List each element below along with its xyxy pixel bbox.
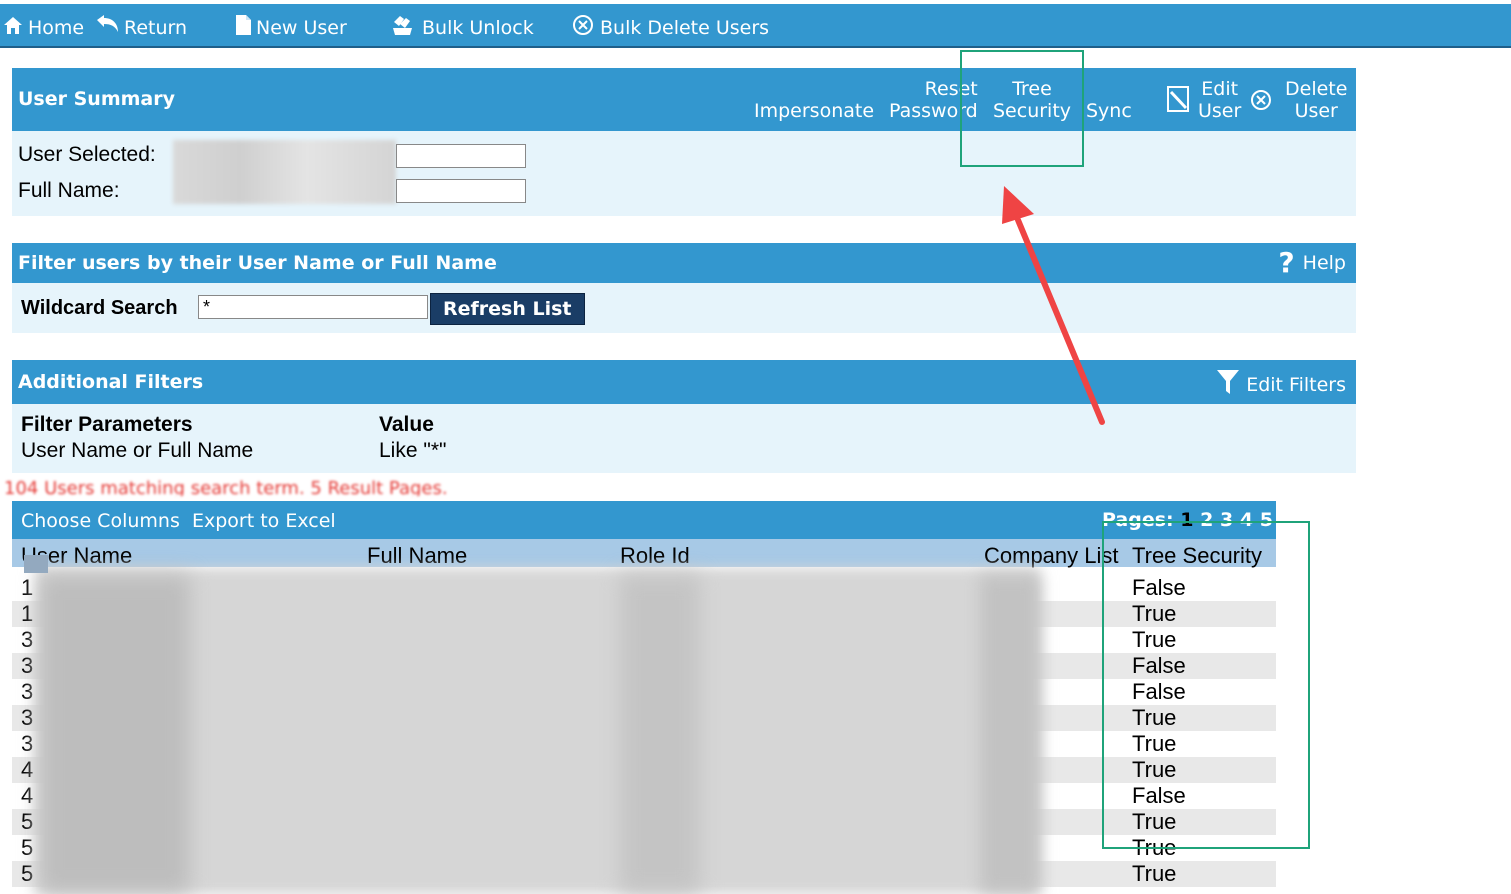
edit-user-line1: Edit [1201,78,1239,100]
bulk-unlock-label: Bulk Unlock [422,16,534,39]
highlight-tree-security-action [960,50,1084,167]
full-name-field[interactable] [396,179,526,203]
bulk-delete-users-button[interactable]: Bulk Delete Users [572,14,769,41]
user-summary-header: User Summary Impersonate Reset Password … [12,68,1356,131]
user-summary-panel: User Summary Impersonate Reset Password … [12,68,1356,216]
new-user-label: New User [256,16,347,39]
edit-user-action[interactable]: Edit User [1166,78,1241,122]
return-button[interactable]: Return [94,14,187,41]
highlight-tree-security-column [1102,521,1310,849]
user-id-cell: 5 [21,809,34,834]
return-label: Return [124,16,188,39]
user-id-cell: 3 [21,679,34,704]
redacted-column-roleid [620,575,700,893]
user-id-cell: 5 [21,835,34,860]
home-icon [2,14,24,41]
redacted-column-username [40,575,190,893]
user-selected-field[interactable] [396,144,526,168]
wildcard-search-input[interactable] [198,295,428,319]
filter-title: Filter users by their User Name or Full … [18,252,497,274]
user-id-cell: 3 [21,653,34,678]
export-to-excel-link[interactable]: Export to Excel [192,510,336,532]
toolbar-top-edge [0,0,1511,4]
delete-user-action[interactable]: Delete User [1249,78,1347,122]
impersonate-action[interactable]: Impersonate [754,100,874,122]
home-label: Home [28,16,85,39]
edit-user-line2: User [1198,100,1242,122]
wildcard-search-label: Wildcard Search [21,297,178,319]
user-id-cell: 1 [21,601,34,626]
edit-icon [1166,84,1192,119]
bulk-unlock-button[interactable]: Bulk Unlock [390,14,534,41]
question-icon: ? [1278,246,1295,279]
filter-panel: Filter users by their User Name or Full … [12,243,1356,333]
home-button[interactable]: Home [2,14,84,41]
new-user-button[interactable]: New User [234,14,347,41]
edit-filters-label: Edit Filters [1246,373,1346,396]
delete-user-line1: Delete [1285,78,1348,100]
user-selected-label: User Selected: [18,143,156,166]
filter-header: Filter users by their User Name or Full … [12,243,1356,283]
return-arrow-icon [94,14,120,41]
additional-filters-title: Additional Filters [18,371,204,393]
top-toolbar: Home Return New User Bulk Unlock Bulk De… [0,0,1511,48]
redaction-marker [24,555,48,573]
col-full-name[interactable]: Full Name [367,543,467,569]
filter-condition-value: Like "*" [379,439,447,462]
additional-filters-panel: Additional Filters Edit Filters Filter P… [12,360,1356,473]
filter-parameters-heading: Filter Parameters [21,413,193,436]
user-id-cell: 3 [21,705,34,730]
tree-security-cell: True [1132,861,1177,886]
document-icon [234,14,252,41]
refresh-list-button[interactable]: Refresh List [430,293,585,325]
table-toolbar: Choose Columns Export to Excel [12,501,1276,539]
unlock-icon [390,14,418,41]
filter-param-value: User Name or Full Name [21,439,254,462]
results-count: 104 Users matching search term. 5 Result… [4,478,448,496]
sync-action[interactable]: Sync [1086,100,1132,122]
delete-user-line2: User [1294,100,1338,122]
col-company-list[interactable]: Company List [984,543,1119,569]
user-id-cell: 3 [21,731,34,756]
choose-columns-link[interactable]: Choose Columns [21,510,180,532]
user-id-cell: 1 [21,575,34,600]
circle-x-icon [572,14,596,41]
help-link[interactable]: ? Help [1278,249,1346,277]
full-name-label: Full Name: [18,179,120,202]
annotation-arrow [1002,186,1105,425]
redacted-user-info [173,140,396,204]
user-id-cell: 5 [21,861,34,886]
bulk-delete-label: Bulk Delete Users [600,16,770,39]
redacted-column-company [980,575,1040,893]
value-heading: Value [379,413,434,436]
help-label: Help [1302,252,1346,274]
user-id-cell: 4 [21,757,34,782]
user-summary-title: User Summary [18,88,175,110]
funnel-icon [1216,368,1240,401]
user-id-cell: 3 [21,627,34,652]
user-id-cell: 4 [21,783,34,808]
edit-filters-link[interactable]: Edit Filters [1216,368,1346,401]
circle-x-icon [1249,88,1273,117]
additional-filters-header: Additional Filters Edit Filters [12,360,1356,404]
col-role-id[interactable]: Role Id [620,543,690,569]
